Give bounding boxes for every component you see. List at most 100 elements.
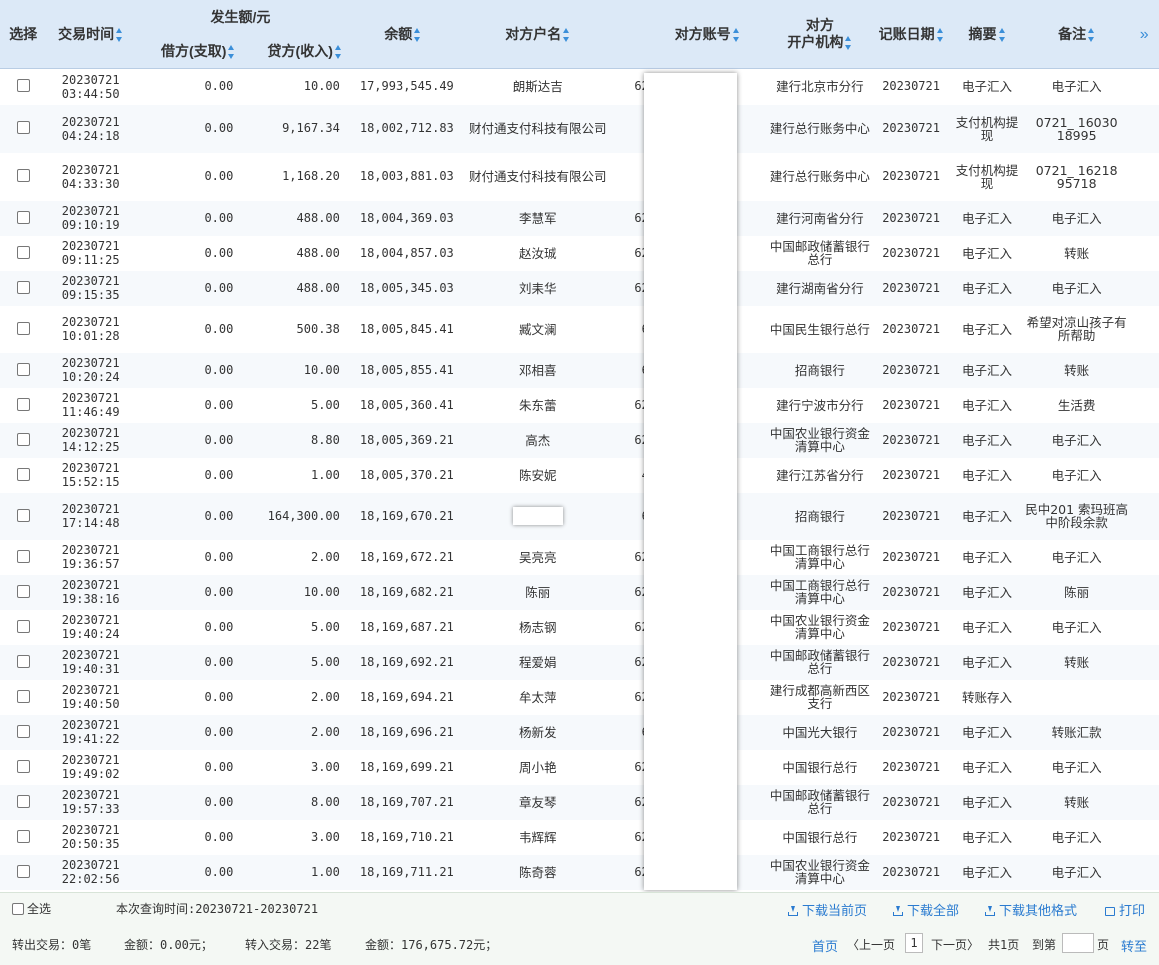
credit-cell: 10.00 [303,79,340,94]
row-checkbox[interactable] [16,467,30,481]
sort-icon[interactable] [998,27,1006,42]
row-select[interactable] [0,854,47,890]
table-row: 20230721 22:02:56 0.00 1.00 18,169,711.21 陈奇蓉… [0,854,1159,890]
row-select[interactable] [0,784,47,820]
row-checkbox[interactable] [16,829,30,843]
row-select[interactable] [0,610,46,645]
spacer-cell [1129,200,1159,236]
row-checkbox[interactable] [16,864,30,878]
row-select[interactable] [0,236,46,271]
header-cp-account[interactable]: 对方账号 [615,0,768,69]
sort-icon[interactable] [1088,27,1095,42]
cp-name-cell: 韦辉辉 [519,829,557,845]
sort-icon[interactable] [732,27,740,42]
row-checkbox[interactable] [16,397,30,411]
row-checkbox[interactable] [16,321,30,335]
row-checkbox[interactable] [16,619,30,633]
sort-icon[interactable] [116,27,123,42]
row-select[interactable] [0,270,47,306]
row-select[interactable] [0,104,47,153]
row-checkbox[interactable] [16,121,30,134]
row-select[interactable] [0,714,47,750]
row-select[interactable] [0,540,46,575]
balance-cell: 18,169,682.21 [345,574,460,610]
download-all-link[interactable]: 下载全部 [893,900,959,919]
spacer-cell [1129,784,1159,820]
post-date-cell: 20230721 [872,644,951,680]
row-checkbox[interactable] [16,549,30,563]
row-checkbox[interactable] [16,362,30,376]
post-date-cell: 20230721 [872,574,951,610]
row-select[interactable] [0,69,46,105]
remark-cell: 电子汇入 [1051,759,1102,775]
row-checkbox[interactable] [16,508,30,522]
row-checkbox[interactable] [16,759,30,773]
sort-icon[interactable] [334,45,342,60]
row-select[interactable] [0,352,47,388]
row-select[interactable] [0,306,46,353]
row-select[interactable] [0,644,47,680]
row-checkbox[interactable] [16,654,30,668]
outgoing-count: 转出交易：0笔 [12,938,92,952]
sort-icon[interactable] [845,36,852,51]
remark-cell: 生活费 [1057,397,1096,413]
row-checkbox[interactable] [16,432,30,446]
row-checkbox[interactable] [16,689,30,703]
credit-cell: 1.00 [310,467,340,482]
cp-org-cell: 中国农业银行资金清算中心 [769,613,870,641]
row-checkbox[interactable] [16,169,30,182]
row-select[interactable] [0,574,47,610]
debit-cell: 0.00 [134,104,240,153]
goto-page-input[interactable] [1062,933,1094,953]
row-checkbox[interactable] [16,724,30,738]
header-remark[interactable]: 备注 [1023,0,1130,69]
header-cp-org[interactable]: 对方 开户机构 [767,0,873,69]
sort-icon[interactable] [563,27,570,42]
cp-name-cell: 陈安妮 [519,467,557,483]
select-all-label[interactable]: 全选 [27,902,51,916]
row-select[interactable] [0,492,47,540]
cp-org-cell: 建行宁波市分行 [776,397,864,413]
row-select[interactable] [0,680,46,715]
sort-icon[interactable] [936,27,944,42]
row-select[interactable] [0,388,46,423]
select-all-checkbox[interactable] [12,903,24,915]
download-other-format-link[interactable]: 下载其他格式 [985,900,1077,919]
row-select[interactable] [0,750,46,785]
row-checkbox[interactable] [16,245,30,259]
row-checkbox[interactable] [16,280,30,294]
credit-cell: 8.00 [239,784,346,820]
post-date-cell: 20230721 [872,270,951,306]
header-debit[interactable]: 借方(支取) [134,35,240,69]
download-current-page-link[interactable]: 下载当前页 [788,900,867,919]
row-select[interactable] [0,200,47,236]
spacer-cell [1129,306,1159,353]
redaction-mask [512,507,563,525]
more-columns-button[interactable]: » [1129,0,1159,69]
row-checkbox[interactable] [16,584,30,598]
header-post-date[interactable]: 记账日期 [872,0,951,69]
next-page-link[interactable]: 下一页〉 [931,936,979,953]
row-select[interactable] [0,820,46,855]
row-checkbox[interactable] [16,794,30,808]
select-all[interactable]: 全选 [12,900,51,917]
header-credit[interactable]: 贷方(收入) [239,35,346,69]
row-select[interactable] [0,153,46,201]
cp-name-cell: 陈奇蓉 [459,854,616,890]
header-cp-name[interactable]: 对方户名 [459,0,616,69]
jump-button[interactable]: 转至 [1121,936,1147,955]
time-cell: 20230721 19:41:22 [46,714,135,750]
row-select[interactable] [0,458,46,493]
row-checkbox[interactable] [16,79,30,93]
row-checkbox[interactable] [16,210,30,224]
header-summary[interactable]: 摘要 [950,0,1024,69]
prev-page-link[interactable]: 〈上一页 [847,936,895,953]
sort-icon[interactable] [414,27,421,42]
row-select[interactable] [0,422,47,458]
header-balance[interactable]: 余额 [345,0,460,69]
sort-icon[interactable] [228,45,235,60]
print-link[interactable]: 打印 [1105,900,1145,919]
header-time[interactable]: 交易时间 [46,0,135,69]
first-page-link[interactable]: 首页 [812,936,838,955]
spacer-cell [1129,69,1159,105]
